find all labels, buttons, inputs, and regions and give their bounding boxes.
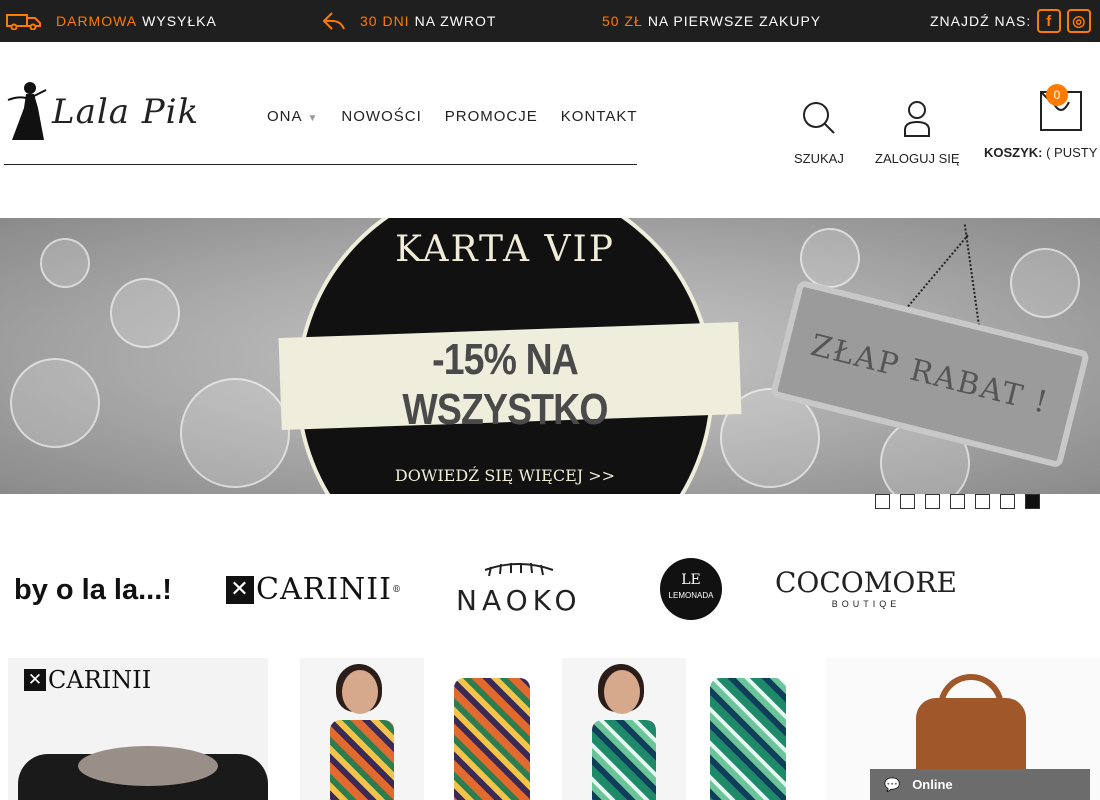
chevron-down-icon: ▼ bbox=[307, 113, 319, 124]
tile-carinii-logo: ✕ CARINII bbox=[24, 666, 151, 694]
login-button[interactable]: ZALOGUJ SIĘ bbox=[875, 100, 960, 166]
first-purchase-accent: 50 ZŁ bbox=[602, 13, 643, 29]
search-label: SZUKAJ bbox=[794, 151, 844, 166]
shipping-text: WYSYŁKA bbox=[142, 13, 217, 29]
slide-dot[interactable] bbox=[875, 494, 890, 509]
bokeh-circle bbox=[10, 358, 100, 448]
cart-button[interactable]: 0 KOSZYK: ( PUSTY ) bbox=[984, 84, 1100, 160]
floral-dress bbox=[330, 720, 394, 800]
carinii-name: CARINII bbox=[256, 572, 393, 607]
bokeh-circle bbox=[40, 238, 90, 288]
carinii-x-icon: ✕ bbox=[24, 669, 46, 691]
chat-bubble-icon: 💬 bbox=[884, 776, 901, 792]
bokeh-circle bbox=[110, 278, 180, 348]
login-label: ZALOGUJ SIĘ bbox=[875, 151, 960, 166]
dress-image bbox=[430, 658, 554, 800]
cart-label-wrap: KOSZYK: ( PUSTY ) bbox=[984, 145, 1100, 160]
slide-dot-active[interactable] bbox=[1025, 494, 1040, 509]
logo-figure-icon bbox=[7, 82, 47, 140]
returns-accent: 30 DNI bbox=[360, 13, 410, 29]
cocomore-sub: BOUTIQE bbox=[831, 599, 901, 609]
facebook-icon[interactable]: f bbox=[1037, 9, 1062, 33]
registered-mark: ® bbox=[392, 584, 403, 595]
banner-discount: -15% NA WSZYSTKO bbox=[402, 335, 608, 434]
lemonada-mark: LE bbox=[681, 572, 701, 588]
site-logo[interactable]: Lala Pik bbox=[4, 78, 216, 142]
find-us: ZNAJDŹ NAS: f ◎ bbox=[930, 0, 1092, 42]
slide-dot[interactable] bbox=[925, 494, 940, 509]
slide-dot[interactable] bbox=[1000, 494, 1015, 509]
main-nav: ONA ▼ NOWOŚCI PROMOCJE KONTAKT bbox=[267, 108, 661, 125]
cart-label: KOSZYK: bbox=[984, 145, 1043, 160]
slider-dots bbox=[875, 494, 1040, 509]
truck-icon bbox=[6, 14, 41, 30]
slide-dot[interactable] bbox=[975, 494, 990, 509]
green-dress bbox=[710, 678, 786, 800]
vip-badge: KARTA VIP -15% NA WSZYSTKO DOWIEDŹ SIĘ W… bbox=[278, 218, 742, 494]
floral-dress bbox=[454, 678, 530, 800]
tag-text: ZŁAP RABAT ! bbox=[807, 327, 1053, 421]
slide-dot[interactable] bbox=[950, 494, 965, 509]
model-head bbox=[604, 670, 640, 714]
nav-item-kontakt[interactable]: KONTAKT bbox=[561, 108, 638, 125]
naoko-name: NAOKO bbox=[456, 584, 582, 617]
chat-label: Online bbox=[912, 777, 953, 792]
promo-tile-carinii[interactable]: ✕ CARINII bbox=[8, 658, 268, 800]
returns-info: 30 DNI NA ZWROT bbox=[322, 0, 496, 42]
promo-tile-dresses[interactable] bbox=[300, 658, 840, 800]
brand-carinii[interactable]: ✕ CARINII ® bbox=[226, 572, 402, 607]
model-image bbox=[562, 658, 686, 800]
top-bar: DARMOWA WYSYŁKA 30 DNI NA ZWROT 50 ZŁ NA… bbox=[0, 0, 1100, 42]
carinii-x-icon: ✕ bbox=[226, 575, 254, 604]
bokeh-circle bbox=[180, 378, 290, 488]
eyelash-icon bbox=[484, 562, 554, 577]
bokeh-circle bbox=[1010, 248, 1080, 318]
cocomore-name: COCOMORE bbox=[775, 566, 957, 599]
nav-divider bbox=[4, 164, 637, 165]
model-image bbox=[300, 658, 424, 800]
cart-count-badge: 0 bbox=[1046, 84, 1068, 106]
nav-item-ona[interactable]: ONA ▼ bbox=[267, 108, 318, 125]
search-button[interactable]: SZUKAJ bbox=[794, 100, 844, 166]
chat-widget[interactable]: 💬 Online bbox=[870, 769, 1090, 800]
banner-more-link[interactable]: DOWIEDŹ SIĘ WIĘCEJ >> bbox=[300, 466, 710, 485]
free-shipping-info: DARMOWA WYSYŁKA bbox=[6, 0, 217, 42]
slide-dot[interactable] bbox=[900, 494, 915, 509]
banner-title: KARTA VIP bbox=[395, 229, 615, 270]
nav-item-nowosci[interactable]: NOWOŚCI bbox=[341, 108, 421, 125]
search-icon bbox=[802, 102, 835, 134]
nav-item-promocje[interactable]: PROMOCJE bbox=[445, 108, 538, 125]
dress-image bbox=[686, 658, 810, 800]
tag-string bbox=[905, 234, 969, 310]
brand-olala[interactable]: by o la la...! bbox=[14, 574, 172, 607]
model-head bbox=[342, 670, 378, 714]
shoe-bow-image bbox=[78, 746, 218, 786]
return-arrow-icon bbox=[322, 12, 345, 30]
nav-label: ONA bbox=[267, 108, 303, 125]
tile-carinii-name: CARINII bbox=[48, 666, 152, 694]
green-dress bbox=[592, 720, 656, 800]
bokeh-circle bbox=[800, 228, 860, 288]
brand-cocomore[interactable]: COCOMORE BOUTIQE bbox=[775, 566, 957, 609]
brand-naoko[interactable]: NAOKO bbox=[456, 556, 582, 617]
brand-lemonada[interactable]: LE LEMONADA bbox=[660, 558, 722, 620]
returns-text: NA ZWROT bbox=[414, 13, 497, 29]
first-purchase-text: NA PIERWSZE ZAKUPY bbox=[647, 13, 822, 29]
lemonada-name: LEMONADA bbox=[668, 591, 714, 600]
instagram-icon[interactable]: ◎ bbox=[1067, 9, 1092, 33]
cart-status: ( PUSTY ) bbox=[1042, 145, 1100, 160]
find-us-label: ZNAJDŹ NAS: bbox=[930, 13, 1032, 29]
hero-banner[interactable]: KARTA VIP -15% NA WSZYSTKO DOWIEDŹ SIĘ W… bbox=[0, 218, 1100, 494]
first-purchase-info: 50 ZŁ NA PIERWSZE ZAKUPY bbox=[602, 0, 821, 42]
user-icon bbox=[904, 101, 931, 137]
logo-text: Lala Pik bbox=[52, 92, 200, 132]
shipping-accent: DARMOWA bbox=[56, 13, 138, 29]
